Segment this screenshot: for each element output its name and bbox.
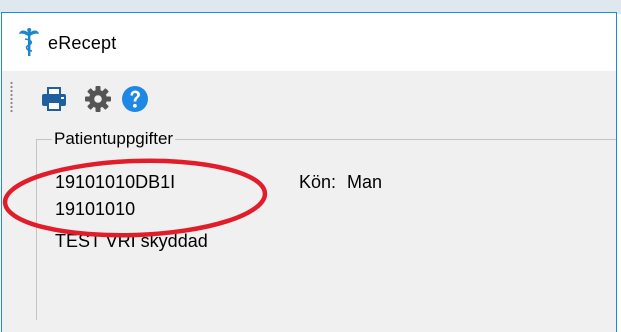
patient-info-groupbox — [36, 139, 616, 320]
toolbar — [2, 71, 616, 133]
patient-id: 19101010DB1I — [55, 172, 176, 192]
caduceus-icon — [19, 28, 39, 56]
patient-info-title: Patientuppgifter — [52, 129, 176, 149]
title-bar[interactable]: eRecept — [2, 13, 616, 71]
window-title: eRecept — [48, 33, 117, 53]
printer-icon[interactable] — [40, 85, 68, 113]
toolbar-grip[interactable] — [10, 81, 13, 113]
patient-id-short: 19101010 — [55, 199, 136, 219]
gear-icon[interactable] — [84, 85, 112, 113]
sex-label: Kön: — [299, 172, 337, 192]
question-circle-icon[interactable] — [121, 85, 149, 113]
patient-name: TEST VRI skyddad — [55, 231, 208, 251]
sex-value: Man — [347, 172, 383, 192]
